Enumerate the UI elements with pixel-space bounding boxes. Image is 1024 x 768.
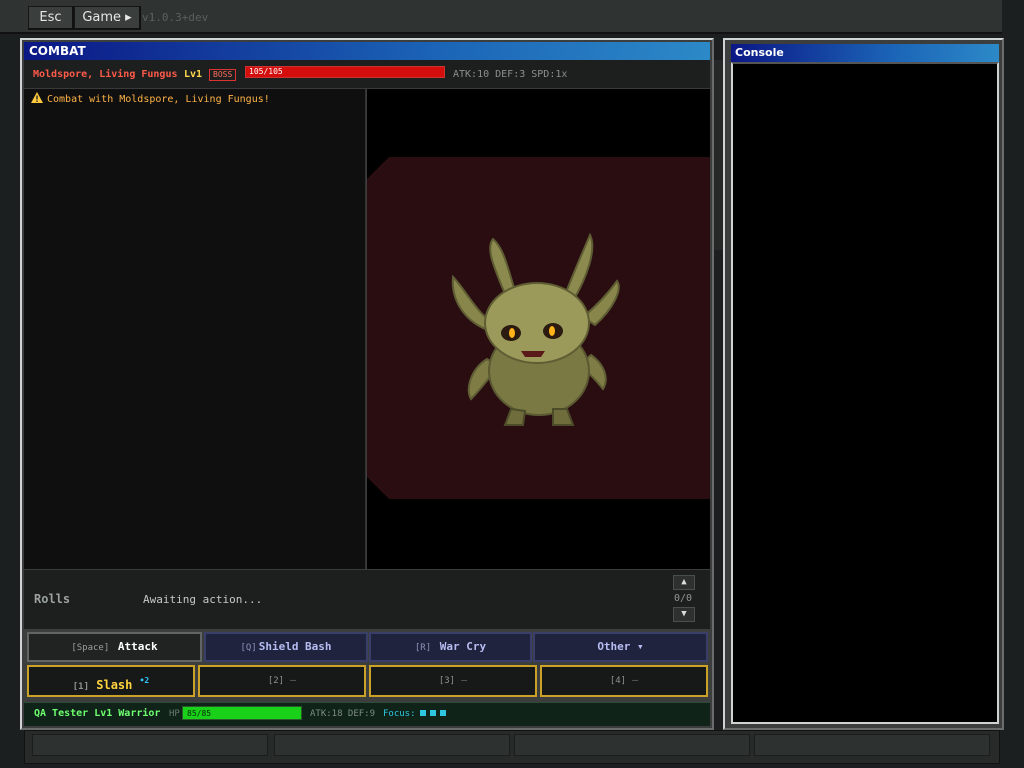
player-stats: ATK:18 DEF:9 — [310, 709, 376, 719]
rolls-up-button[interactable]: ▲ — [673, 575, 695, 590]
skill-slot-2[interactable]: [2] — — [198, 665, 366, 697]
skill-slot-label: — — [461, 675, 468, 686]
console-window-title[interactable]: Console — [731, 44, 999, 62]
enemy-stats: ATK:10 DEF:3 SPD:1x — [453, 69, 568, 80]
action-bar: [Space] Attack [Q] Shield Bash [R] War Cr… — [24, 629, 710, 713]
player-focus: Focus: — [383, 709, 446, 719]
war-cry-key: [R] — [414, 643, 432, 653]
enemy-hp-bar: 105/105 — [245, 66, 445, 78]
enemy-name: Moldspore, Living Fungus — [33, 69, 178, 80]
rolls-down-button[interactable]: ▼ — [673, 607, 695, 622]
attack-button[interactable]: [Space] Attack — [27, 632, 202, 662]
player-hp-label: HP — [169, 709, 180, 719]
rolls-status: Awaiting action... — [143, 593, 263, 606]
focus-pip — [419, 710, 426, 716]
background-slot — [754, 734, 990, 756]
other-actions-label: Other ▾ — [597, 640, 644, 653]
player-name: QA Tester Lv1 Warrior — [34, 708, 161, 719]
background-slot — [274, 734, 510, 756]
log-entry: Combat with Moldspore, Living Fungus! — [31, 92, 270, 105]
game-screen: Esc Game ▸ v1.0.3+dev COMBAT Moldspore, … — [0, 0, 1024, 768]
enemy-info-bar: Moldspore, Living Fungus Lv1 BOSS 105/10… — [24, 60, 710, 89]
skill-slot-4[interactable]: [4] — — [540, 665, 708, 697]
combat-window-title[interactable]: COMBAT — [24, 42, 710, 60]
skill-slot-3[interactable]: [3] — — [369, 665, 537, 697]
skill-slot-key: [1] — [72, 682, 90, 692]
moldspore-monster-sprite — [451, 232, 620, 426]
shield-bash-button[interactable]: [Q] Shield Bash — [204, 632, 368, 662]
skill-slot-label: — — [290, 675, 297, 686]
skill-slot-1[interactable]: [1] Slash •2 — [27, 665, 195, 697]
skill-slot-key: [2] — [267, 676, 285, 686]
attack-label: Attack — [117, 640, 158, 653]
player-hp-bar: 85/85 — [182, 706, 302, 720]
background-slot — [514, 734, 750, 756]
boss-badge: BOSS — [209, 69, 237, 81]
rolls-panel: Rolls Awaiting action... ▲ 0/0 ▼ — [24, 569, 710, 629]
rolls-label: Rolls — [34, 592, 71, 606]
attack-key: [Space] — [71, 643, 110, 653]
game-menu-button[interactable]: Game ▸ — [74, 6, 141, 30]
esc-button[interactable]: Esc — [28, 6, 74, 30]
skill-slot-label: — — [632, 675, 639, 686]
focus-pip — [439, 710, 446, 716]
war-cry-label: War Cry — [439, 640, 487, 653]
version-label: v1.0.3+dev — [142, 11, 209, 24]
focus-pips — [416, 709, 446, 719]
other-actions-dropdown[interactable]: Other ▾ — [533, 632, 708, 662]
focus-label: Focus: — [383, 709, 416, 719]
menu-bar: Esc Game ▸ v1.0.3+dev — [0, 0, 1002, 34]
log-entry-text: Combat with Moldspore, Living Fungus! — [47, 94, 270, 105]
shield-bash-key: [Q] — [240, 643, 257, 653]
combat-log: Combat with Moldspore, Living Fungus! — [24, 89, 366, 569]
console-window: Console — [723, 38, 1004, 730]
player-status-bar: QA Tester Lv1 Warrior HP 85/85 ATK:18 DE… — [24, 702, 710, 726]
background-slot — [32, 734, 268, 756]
skill-slot-label: Slash — [96, 678, 133, 692]
warning-icon — [31, 92, 43, 103]
enemy-hp-text: 105/105 — [249, 67, 283, 76]
skill-multiplier: •2 — [139, 676, 150, 685]
combat-window: COMBAT Moldspore, Living Fungus Lv1 BOSS… — [20, 38, 714, 730]
rolls-counter: 0/0 — [674, 593, 693, 604]
shield-bash-label: Shield Bash — [258, 640, 332, 653]
console-output[interactable] — [731, 62, 999, 724]
player-hp-text: 85/85 — [187, 709, 212, 718]
battle-viewport — [367, 89, 710, 569]
enemy-level: Lv1 — [184, 69, 203, 80]
skill-slot-key: [4] — [609, 676, 627, 686]
war-cry-button[interactable]: [R] War Cry — [369, 632, 532, 662]
skill-slot-key: [3] — [438, 676, 456, 686]
focus-pip — [429, 710, 436, 716]
